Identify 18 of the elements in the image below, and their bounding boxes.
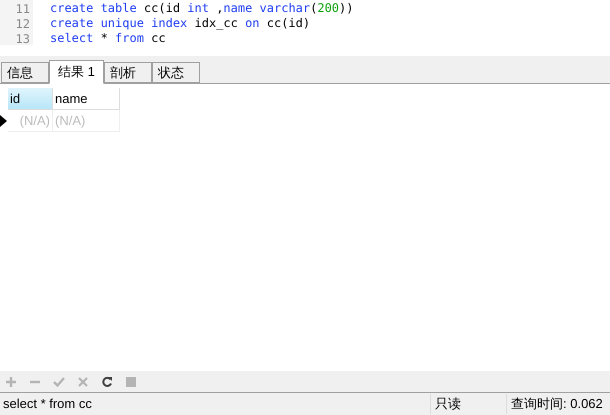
status-mode: 只读 (430, 394, 506, 414)
column-header[interactable]: id (8, 88, 53, 110)
table-cell: (N/A) (53, 110, 120, 132)
tab[interactable]: 状态 (152, 62, 200, 83)
table-cell: (N/A) (8, 110, 53, 132)
code-line: select * from cc (49, 30, 166, 46)
refresh-icon[interactable] (101, 376, 113, 388)
line-number: 13 (0, 30, 33, 45)
code-line: create table cc(id int ,name varchar(200)) (49, 0, 354, 16)
tab[interactable]: 结果 1 (49, 60, 104, 84)
line-number: 12 (0, 15, 33, 30)
status-time: 查询时间: 0.062 (506, 394, 610, 414)
tab[interactable]: 信息 (1, 62, 49, 83)
code-line: create unique index idx_cc on cc(id) (49, 14, 310, 32)
column-header[interactable]: name (53, 88, 120, 110)
line-number: 11 (0, 0, 33, 15)
status-query: select * from cc (2, 395, 93, 414)
tab[interactable]: 剖析 (104, 62, 152, 83)
